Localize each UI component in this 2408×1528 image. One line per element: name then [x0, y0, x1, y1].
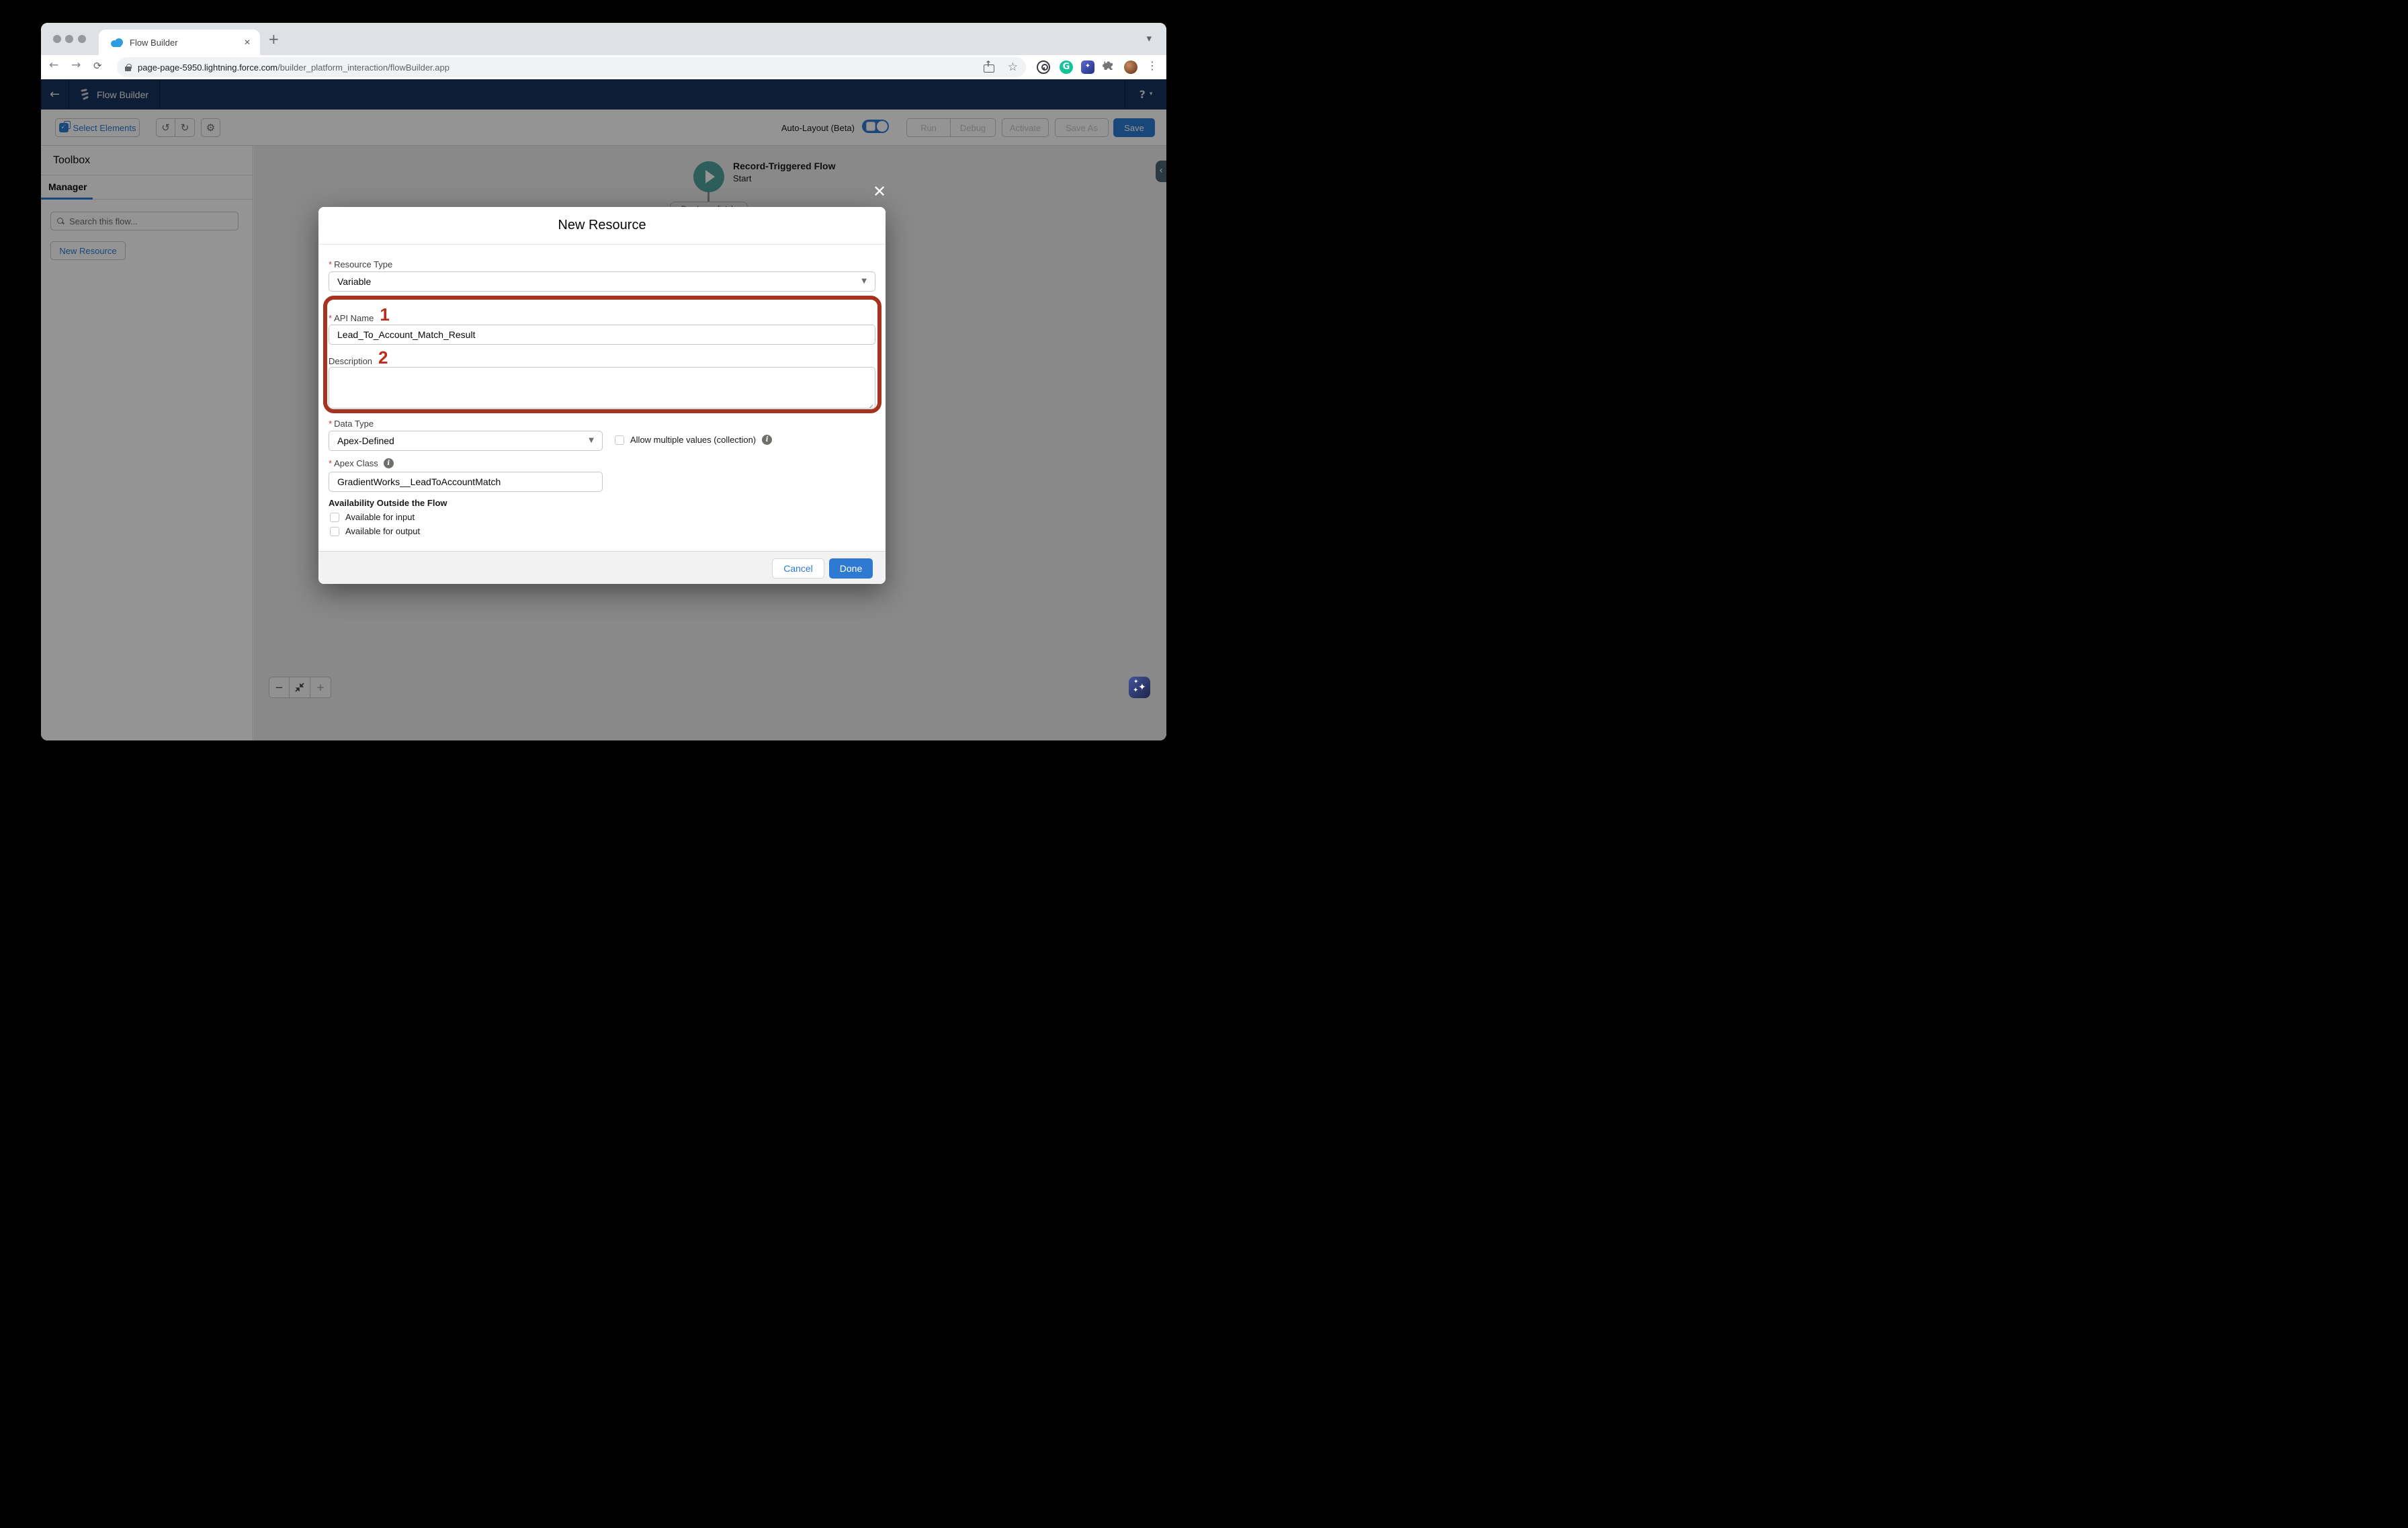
- available-input-label: Available for input: [345, 512, 415, 522]
- tab-close-icon[interactable]: ✕: [241, 37, 253, 48]
- grammarly-extension-icon[interactable]: G: [1060, 60, 1073, 74]
- chevron-down-icon: ▼: [861, 278, 867, 285]
- reload-icon[interactable]: ⟳: [93, 61, 102, 71]
- available-input-checkbox[interactable]: [330, 513, 339, 522]
- sparkle-extension-icon[interactable]: ✦: [1081, 60, 1094, 74]
- apex-class-label: *Apex Class: [329, 458, 378, 468]
- apex-class-input[interactable]: [337, 476, 594, 487]
- resource-type-value: Variable: [337, 276, 371, 287]
- modal-close-icon[interactable]: ✕: [873, 183, 886, 200]
- salesforce-cloud-icon: [110, 38, 123, 47]
- apex-class-label-row: *Apex Class i: [329, 458, 394, 468]
- url-path: /builder_platform_interaction/flowBuilde…: [277, 62, 449, 73]
- available-output-label: Available for output: [345, 526, 420, 536]
- browser-tab[interactable]: Flow Builder ✕: [99, 30, 260, 55]
- info-icon[interactable]: i: [384, 458, 394, 468]
- available-for-input-row: Available for input: [330, 512, 415, 522]
- modal-header: New Resource: [318, 207, 886, 245]
- assistant-sparkle-button[interactable]: ✦ ✦ ✦: [1129, 677, 1150, 698]
- available-for-output-row: Available for output: [330, 526, 420, 536]
- data-type-combobox[interactable]: Apex-Defined ▼: [329, 431, 603, 451]
- data-type-value: Apex-Defined: [337, 435, 394, 446]
- window-fullscreen-button[interactable]: [78, 35, 86, 43]
- browser-window: Flow Builder ✕ + ▾ ← → ⟳ page-page-5950.…: [41, 23, 1166, 740]
- tab-overview-icon[interactable]: ▾: [1146, 34, 1152, 44]
- allow-multiple-checkbox[interactable]: [615, 435, 624, 445]
- availability-heading: Availability Outside the Flow: [329, 498, 447, 508]
- annotation-number-1: 1: [380, 304, 389, 325]
- address-bar[interactable]: page-page-5950.lightning.force.com/build…: [117, 57, 1026, 77]
- sparkle-icon: ✦: [1133, 687, 1138, 694]
- api-name-field: [329, 325, 875, 345]
- window-minimize-button[interactable]: [65, 35, 73, 43]
- apex-class-field: [329, 472, 603, 492]
- allow-multiple-row: Allow multiple values (collection) i: [615, 435, 772, 445]
- new-tab-button[interactable]: +: [268, 32, 280, 46]
- allow-multiple-label: Allow multiple values (collection): [630, 435, 756, 445]
- api-name-input[interactable]: [337, 329, 867, 340]
- resource-type-label: *Resource Type: [329, 259, 392, 269]
- page-url: page-page-5950.lightning.force.com/build…: [138, 62, 984, 73]
- back-icon[interactable]: ←: [49, 60, 58, 71]
- info-icon[interactable]: i: [762, 435, 772, 445]
- resource-type-combobox[interactable]: Variable ▼: [329, 271, 875, 292]
- description-textarea[interactable]: [329, 367, 875, 409]
- url-domain: page-page-5950.lightning.force.com: [138, 62, 277, 73]
- browser-toolbar: ← → ⟳ page-page-5950.lightning.force.com…: [41, 55, 1166, 79]
- extensions-puzzle-icon[interactable]: [1103, 60, 1116, 74]
- available-output-checkbox[interactable]: [330, 527, 339, 536]
- browser-tab-strip: Flow Builder ✕ + ▾: [41, 23, 1166, 55]
- cancel-button[interactable]: Cancel: [772, 558, 824, 579]
- modal-footer: Cancel Done: [318, 551, 886, 584]
- done-button[interactable]: Done: [829, 558, 873, 579]
- share-icon[interactable]: ↑: [984, 62, 993, 73]
- modal-title: New Resource: [558, 218, 646, 233]
- forward-icon[interactable]: →: [71, 60, 81, 71]
- browser-menu-icon[interactable]: ⋮: [1147, 60, 1158, 71]
- password-manager-extension-icon[interactable]: [1037, 60, 1050, 74]
- lock-icon: [125, 64, 131, 71]
- profile-avatar[interactable]: [1124, 60, 1137, 74]
- window-close-button[interactable]: [53, 35, 61, 43]
- sparkle-icon: ✦: [1138, 683, 1146, 692]
- new-resource-modal: New Resource *Resource Type Variable ▼ *…: [318, 207, 886, 584]
- annotation-number-2: 2: [378, 347, 388, 368]
- tab-title: Flow Builder: [130, 38, 241, 48]
- bookmark-star-icon[interactable]: ☆: [1008, 62, 1018, 73]
- data-type-label: *Data Type: [329, 419, 374, 429]
- chevron-down-icon: ▼: [589, 437, 594, 444]
